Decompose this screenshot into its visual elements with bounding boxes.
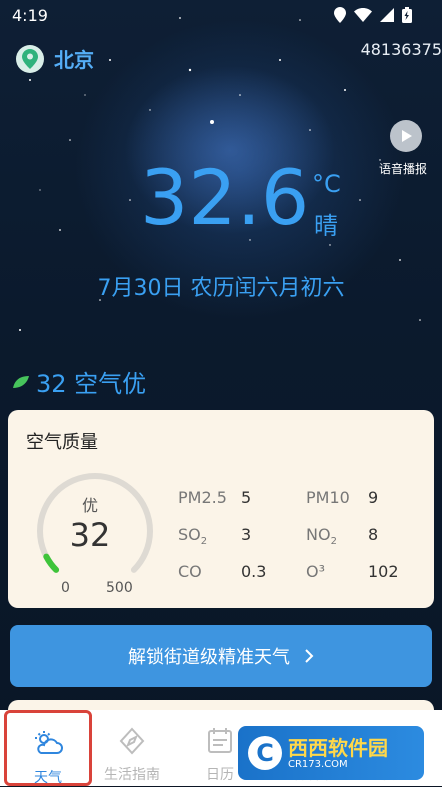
pollutant-label-pm10: PM10 <box>306 488 350 507</box>
gauge-min: 0 <box>61 580 70 596</box>
pollutant-value-so2: 3 <box>241 525 252 544</box>
aqi-grade: 优 <box>81 496 98 515</box>
pollutant-label-no2: NO2 <box>306 525 337 548</box>
tab-life-guide[interactable]: 生活指南 <box>88 710 176 786</box>
watermark-logo: C 西西软件园 CR173.COM <box>238 726 424 780</box>
temperature: 32.6 <box>140 153 310 242</box>
pollutant-label-pm25: PM2.5 <box>178 488 227 507</box>
location-pin-icon <box>16 44 44 73</box>
tab-label-weather: 天气 <box>34 770 62 786</box>
weather-icon <box>35 731 63 754</box>
calendar-icon <box>208 728 232 753</box>
pollutant-value-pm25: 5 <box>241 488 252 507</box>
city-selector[interactable]: 北京 <box>16 44 94 73</box>
watermark-url: CR173.COM <box>288 758 348 770</box>
voice-broadcast-button[interactable]: 语音播报 <box>379 120 432 177</box>
city-name: 北京 <box>54 48 94 72</box>
status-time: 4:19 <box>12 6 48 25</box>
pollutant-value-no2: 8 <box>368 525 379 544</box>
visit-counter: 48136375 <box>360 40 442 59</box>
air-quality-title: 空气质量 <box>26 432 98 453</box>
status-bar: 4:19 <box>0 0 442 30</box>
compass-icon <box>119 727 145 755</box>
unlock-street-weather-button[interactable]: 解锁街道级精准天气 <box>10 625 432 687</box>
gauge-max: 500 <box>106 580 133 596</box>
watermark-brand: 西西软件园 <box>288 735 388 760</box>
tab-weather[interactable]: 天气 <box>4 710 92 786</box>
pollutant-value-co: 0.3 <box>241 562 267 581</box>
voice-label: 语音播报 <box>378 162 427 176</box>
signal-icon <box>380 8 394 22</box>
gauge-fill <box>43 553 60 573</box>
pollutant-value-o3: 102 <box>368 562 399 581</box>
wifi-icon <box>354 8 372 22</box>
date-line: 7月30日 农历闰六月初六 <box>97 276 345 301</box>
aqi-value: 32 <box>69 516 111 554</box>
weather-condition: 晴 <box>314 212 338 240</box>
aqi-summary: 32 空气优 <box>12 364 146 399</box>
chevron-right-icon <box>305 649 314 663</box>
tab-label-life-guide: 生活指南 <box>104 767 160 783</box>
status-icons <box>334 7 412 23</box>
location-status-icon <box>334 7 346 23</box>
leaf-icon <box>13 375 29 388</box>
watermark-c-icon: C <box>248 736 282 770</box>
temperature-unit: °C <box>312 170 341 198</box>
play-icon <box>390 120 422 152</box>
unlock-label: 解锁街道级精准天气 <box>128 647 290 668</box>
battery-icon <box>402 7 412 23</box>
aqi-summary-text: 32 空气优 <box>36 370 147 398</box>
air-quality-card[interactable]: 空气质量 优 32 0 500 PM2.5 5 PM10 9 SO2 3 NO2… <box>8 410 434 608</box>
pollutant-value-pm10: 9 <box>368 488 379 507</box>
pollutant-label-o3: O³ <box>306 562 326 581</box>
pollutant-label-co: CO <box>178 562 202 581</box>
pollutant-label-so2: SO2 <box>178 525 208 548</box>
